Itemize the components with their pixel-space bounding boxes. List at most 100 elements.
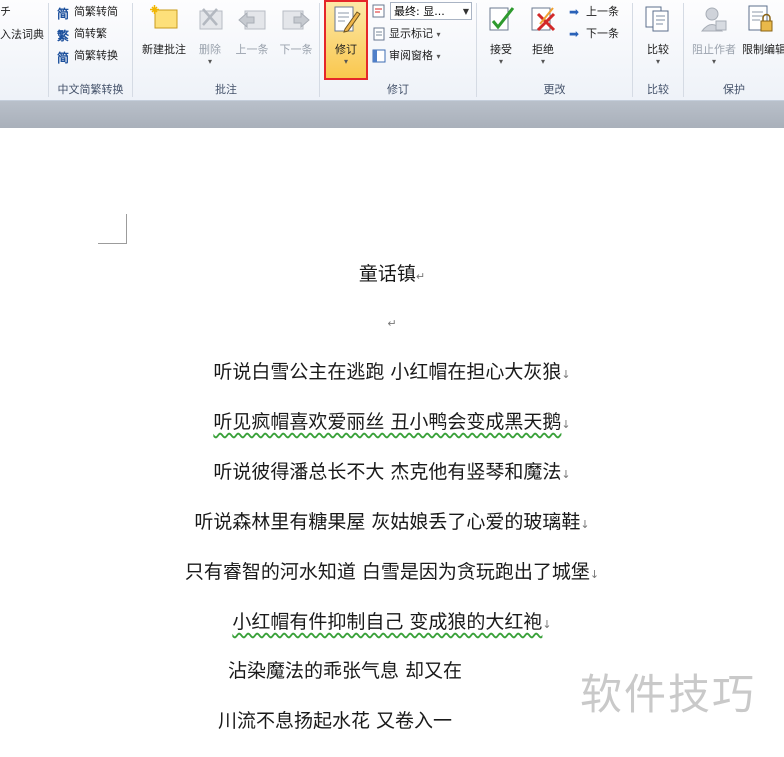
track-changes-button[interactable]: 修订 ▾: [324, 0, 368, 80]
tracking-group: 修订 ▾ 最终: 显... ▼ 显示标记 ▾ 审阅窗格 ▾ 修订: [320, 0, 476, 100]
changes-group: 接受 ▾ 拒绝 ▾ ➡ 上一条 ➡ 下一条 更改: [477, 0, 632, 100]
to-simplified-button[interactable]: 繁简转繁: [57, 25, 107, 43]
previous-comment-button[interactable]: 上一条: [231, 4, 273, 57]
previous-change-button[interactable]: ➡ 上一条: [569, 3, 619, 19]
chevron-down-icon: ▾: [655, 57, 660, 66]
poem-line[interactable]: 只有睿智的河水知道 白雪是因为贪玩跑出了城堡↓: [0, 557, 784, 584]
paragraph-mark: ↵: [415, 270, 426, 283]
group-label-tracking: 修订: [387, 83, 409, 96]
display-for-review-icon: [372, 4, 385, 18]
display-mode-select[interactable]: 最终: 显... ▼: [390, 2, 472, 20]
traditional-icon: 简: [57, 7, 70, 21]
poem-line-text: 听说白雪公主在逃跑 小红帽在担心大灰狼: [213, 361, 562, 383]
line-break-mark: ↓: [542, 618, 552, 631]
track-changes-icon: [334, 6, 361, 33]
reject-icon: [531, 7, 556, 32]
poem-line-text: 沾染魔法的乖张气息 却又在: [227, 660, 463, 682]
new-comment-label: 新建批注: [142, 43, 186, 56]
next-comment-icon: [282, 10, 310, 30]
restrict-editing-label: 限制编辑: [742, 43, 784, 56]
chevron-down-icon: ▾: [436, 52, 441, 61]
poem-line-text: 听说森林里有糖果屋 灰姑娘丢了心爱的玻璃鞋: [194, 511, 581, 533]
block-authors-button[interactable]: 阻止作者 ▾: [688, 4, 740, 66]
next-comment-button[interactable]: 下一条: [275, 4, 317, 57]
line-break-mark: ↓: [561, 418, 571, 431]
ime-dictionary-button[interactable]: 入法词典: [0, 26, 44, 42]
poem-line-text: 小红帽有件抑制自己 变成狼的大红袍: [232, 611, 543, 633]
previous-change-icon: ➡: [569, 5, 580, 19]
next-comment-label: 下一条: [279, 43, 313, 56]
restrict-editing-button[interactable]: 限制编辑: [742, 4, 784, 57]
chevron-down-icon: ▾: [207, 57, 212, 66]
chevron-down-icon: ▾: [711, 57, 716, 66]
ribbon: チ 入法词典 简简繁转简 繁简转繁 简简繁转换 中文简繁转换 新建批注 删除 ▾…: [0, 0, 784, 101]
poem-line-text: 听见疯帽喜欢爱丽丝 丑小鸭会变成黑天鹅: [213, 411, 562, 433]
line-break-mark: ↓: [561, 368, 571, 381]
chinese-conversion-group: 简简繁转简 繁简转繁 简简繁转换 中文简繁转换: [49, 0, 132, 100]
display-mode-value: 最终: 显...: [394, 5, 445, 18]
line-break-mark: ↓: [580, 518, 590, 531]
document-title[interactable]: 童话镇↵: [0, 259, 784, 286]
track-changes-label: 修订: [335, 43, 357, 56]
group-label-compare: 比较: [647, 83, 669, 96]
compare-button[interactable]: 比较 ▾: [640, 4, 676, 66]
poem-line-text: 听说彼得潘总长不大 杰克他有竖琴和魔法: [213, 461, 562, 483]
reject-label: 拒绝: [532, 43, 554, 56]
group-label-changes: 更改: [543, 83, 566, 96]
previous-comment-label: 上一条: [235, 43, 269, 56]
new-comment-icon: [150, 5, 178, 29]
poem-line[interactable]: 听说彼得潘总长不大 杰克他有竖琴和魔法↓: [0, 457, 784, 484]
paragraph-mark: ↵: [387, 317, 397, 330]
show-markup-button[interactable]: 显示标记 ▾: [372, 25, 441, 41]
simplified-icon: 繁: [57, 29, 70, 43]
ime-group: チ 入法词典: [0, 0, 48, 100]
block-authors-label: 阻止作者: [692, 43, 736, 56]
empty-paragraph[interactable]: ↵: [0, 310, 784, 332]
ime-top-label: チ: [0, 5, 11, 18]
chevron-down-icon: ▾: [436, 30, 441, 39]
convert-label: 简繁转换: [74, 49, 118, 62]
previous-comment-icon: [238, 10, 266, 30]
reviewing-pane-button[interactable]: 审阅窗格 ▾: [372, 47, 441, 63]
ruler-area: [0, 101, 784, 128]
poem-line[interactable]: 听说森林里有糖果屋 灰姑娘丢了心爱的玻璃鞋↓: [0, 507, 784, 534]
accept-button[interactable]: 接受 ▾: [483, 4, 519, 66]
next-change-label: 下一条: [586, 27, 619, 40]
reject-button[interactable]: 拒绝 ▾: [525, 4, 561, 66]
new-comment-button[interactable]: 新建批注: [137, 4, 191, 57]
compare-label: 比较: [647, 43, 669, 56]
chevron-down-icon: ▾: [498, 57, 503, 66]
show-markup-icon: [373, 27, 385, 41]
next-change-button[interactable]: ➡ 下一条: [569, 25, 619, 41]
delete-comment-button[interactable]: 删除 ▾: [193, 4, 227, 66]
block-authors-icon: [700, 7, 727, 32]
watermark: 软件技巧: [552, 660, 784, 730]
group-label-protect: 保护: [723, 83, 745, 96]
reviewing-pane-label: 审阅窗格: [389, 49, 433, 62]
compare-group: 比较 ▾ 比较: [633, 0, 683, 100]
poem-line-text: 只有睿智的河水知道 白雪是因为贪玩跑出了城堡: [184, 561, 590, 583]
chevron-down-icon: ▼: [462, 7, 469, 16]
convert-button[interactable]: 简简繁转换: [57, 47, 118, 65]
poem-line[interactable]: 小红帽有件抑制自己 变成狼的大红袍↓: [0, 607, 784, 634]
margin-corner-marker: [98, 214, 127, 244]
to-traditional-button[interactable]: 简简繁转简: [57, 3, 118, 21]
show-markup-label: 显示标记: [389, 27, 433, 40]
accept-icon: [489, 7, 515, 31]
poem-line[interactable]: 听见疯帽喜欢爱丽丝 丑小鸭会变成黑天鹅↓: [0, 407, 784, 434]
previous-change-label: 上一条: [586, 5, 619, 18]
reviewing-pane-icon: [372, 49, 386, 63]
comments-group: 新建批注 删除 ▾ 上一条 下一条 批注: [133, 0, 319, 100]
poem-line[interactable]: 听说白雪公主在逃跑 小红帽在担心大灰狼↓: [0, 357, 784, 384]
restrict-editing-icon: [748, 5, 773, 32]
group-label-comments: 批注: [215, 83, 237, 96]
delete-comment-icon: [199, 8, 223, 30]
delete-comment-label: 删除: [199, 43, 221, 56]
to-simplified-label: 简转繁: [74, 27, 107, 40]
poem-line-text: 川流不息扬起水花 又卷入一: [217, 710, 453, 732]
group-label-chinese: 中文简繁转换: [57, 83, 124, 96]
convert-icon: 简: [57, 51, 70, 65]
line-break-mark: ↓: [561, 468, 571, 481]
compare-icon: [645, 6, 669, 32]
chevron-down-icon: ▾: [343, 57, 348, 66]
